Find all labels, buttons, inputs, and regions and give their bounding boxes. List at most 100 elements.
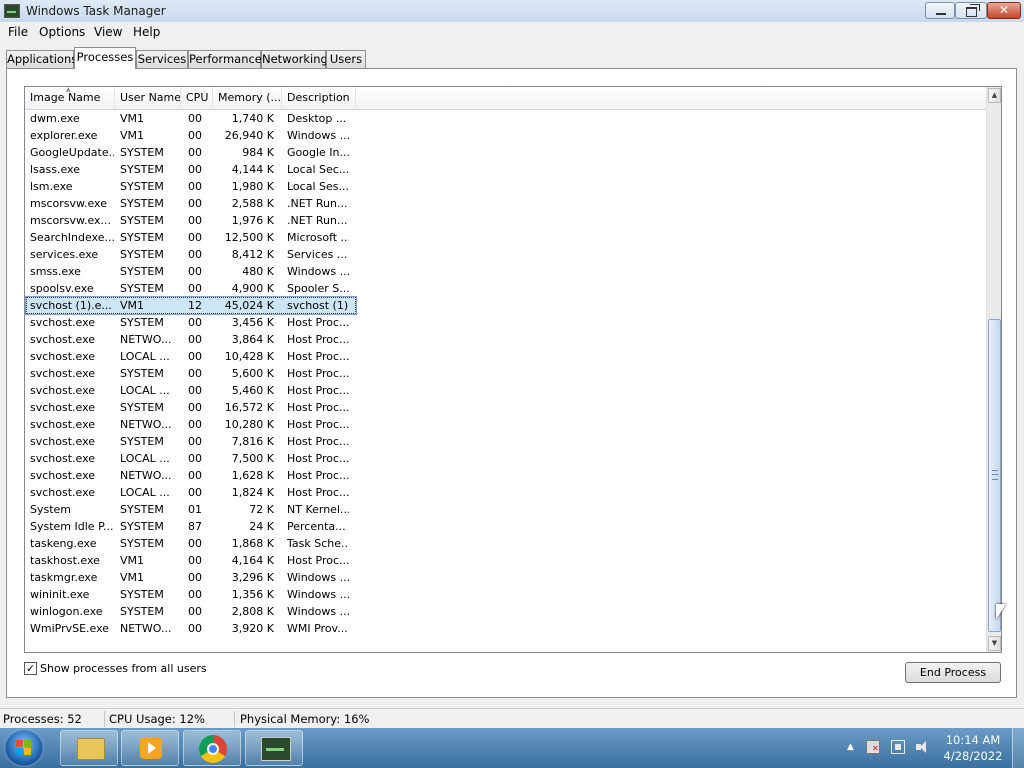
- table-row[interactable]: services.exe SYSTEM 00 8,412 K Services ...: [25, 246, 986, 263]
- column-description[interactable]: Description: [282, 87, 356, 109]
- action-center-flag-icon[interactable]: [866, 740, 880, 754]
- cell-user-name: SYSTEM: [120, 435, 164, 448]
- minimize-button[interactable]: [925, 2, 955, 19]
- table-row[interactable]: taskhost.exe VM1 00 4,164 K Host Proc...: [25, 552, 986, 569]
- table-row[interactable]: svchost.exe NETWO... 00 3,864 K Host Proc...: [25, 331, 986, 348]
- table-row[interactable]: mscorsvw.exe SYSTEM 00 2,588 K .NET Run...: [25, 195, 986, 212]
- system-clock[interactable]: 10:14 AM 4/28/2022: [942, 732, 1004, 764]
- table-row[interactable]: svchost.exe SYSTEM 00 7,816 K Host Proc...: [25, 433, 986, 450]
- table-row[interactable]: svchost.exe LOCAL ... 00 5,460 K Host Proc..…: [25, 382, 986, 399]
- table-row[interactable]: svchost.exe LOCAL ... 00 7,500 K Host Proc..…: [25, 450, 986, 467]
- table-row[interactable]: lsass.exe SYSTEM 00 4,144 K Local Sec...: [25, 161, 986, 178]
- folder-icon: [77, 738, 105, 760]
- show-hidden-icons-arrow-icon[interactable]: ▲: [847, 742, 854, 752]
- menu-options[interactable]: Options: [37, 25, 87, 39]
- cell-image-name: svchost.exe: [30, 469, 96, 482]
- cell-description: Host Proc...: [287, 384, 349, 397]
- table-row[interactable]: taskeng.exe SYSTEM 00 1,868 K Task Sche...: [25, 535, 986, 552]
- table-row[interactable]: wininit.exe SYSTEM 00 1,356 K Windows ...: [25, 586, 986, 603]
- taskbar-task-manager-button[interactable]: [245, 730, 303, 766]
- cell-image-name: System Idle P...: [30, 520, 114, 533]
- network-icon[interactable]: [891, 740, 905, 754]
- cell-description: NT Kernel...: [287, 503, 349, 516]
- table-row[interactable]: spoolsv.exe SYSTEM 00 4,900 K Spooler S...: [25, 280, 986, 297]
- start-button[interactable]: [4, 729, 44, 767]
- table-row[interactable]: lsm.exe SYSTEM 00 1,980 K Local Ses...: [25, 178, 986, 195]
- volume-icon[interactable]: [915, 740, 929, 754]
- tab-processes[interactable]: Processes: [74, 47, 136, 69]
- scroll-down-arrow-icon[interactable]: ▼: [988, 636, 1001, 651]
- taskbar-explorer-button[interactable]: [60, 730, 118, 766]
- vertical-scrollbar[interactable]: ▲ ▼: [986, 87, 1001, 652]
- table-row[interactable]: mscorsvw.ex... SYSTEM 00 1,976 K .NET Run...: [25, 212, 986, 229]
- menu-bar: File Options View Help: [0, 22, 1024, 42]
- cell-memory: 45,024 K: [224, 299, 274, 312]
- menu-help[interactable]: Help: [131, 25, 162, 39]
- cell-description: Host Proc...: [287, 401, 349, 414]
- taskbar-chrome-button[interactable]: [183, 730, 241, 766]
- scrollbar-thumb[interactable]: [988, 319, 1001, 632]
- table-row[interactable]: svchost.exe LOCAL ... 00 1,824 K Host Proc..…: [25, 484, 986, 501]
- cell-memory: 2,808 K: [231, 605, 274, 618]
- table-row[interactable]: svchost.exe SYSTEM 00 3,456 K Host Proc...: [25, 314, 986, 331]
- table-row[interactable]: System Idle P... SYSTEM 87 24 K Percenta...: [25, 518, 986, 535]
- taskbar-media-player-button[interactable]: [121, 730, 179, 766]
- close-button[interactable]: ✕: [987, 2, 1021, 19]
- show-all-users-label[interactable]: Show processes from all users: [40, 662, 207, 675]
- cell-image-name: svchost.exe: [30, 316, 96, 329]
- cell-memory: 4,144 K: [231, 163, 274, 176]
- cell-cpu: 00: [188, 112, 202, 125]
- menu-view[interactable]: View: [92, 25, 124, 39]
- end-process-button[interactable]: End Process: [905, 662, 1001, 683]
- cell-memory: 1,628 K: [231, 469, 274, 482]
- minimize-icon: [936, 13, 946, 15]
- table-row[interactable]: System SYSTEM 01 72 K NT Kernel...: [25, 501, 986, 518]
- table-row[interactable]: taskmgr.exe VM1 00 3,296 K Windows ...: [25, 569, 986, 586]
- cell-user-name: SYSTEM: [120, 588, 164, 601]
- cell-description: .NET Run...: [287, 197, 348, 210]
- table-row[interactable]: winlogon.exe SYSTEM 00 2,808 K Windows ...: [25, 603, 986, 620]
- table-row[interactable]: GoogleUpdate... SYSTEM 00 984 K Google In...: [25, 144, 986, 161]
- cell-description: Host Proc...: [287, 367, 349, 380]
- tab-users[interactable]: Users: [326, 50, 366, 68]
- status-divider: [104, 711, 105, 727]
- show-desktop-button[interactable]: [1012, 728, 1024, 768]
- table-row[interactable]: svchost.exe SYSTEM 00 5,600 K Host Proc...: [25, 365, 986, 382]
- cell-description: Percenta...: [287, 520, 346, 533]
- table-row[interactable]: WmiPrvSE.exe NETWO... 00 3,920 K WMI Prov...: [25, 620, 986, 637]
- maximize-button[interactable]: [955, 2, 987, 19]
- mouse-cursor-icon: [996, 604, 1006, 620]
- chrome-icon: [199, 735, 227, 763]
- tab-networking[interactable]: Networking: [261, 50, 328, 68]
- table-row[interactable]: svchost.exe SYSTEM 00 16,572 K Host Proc...: [25, 399, 986, 416]
- cell-user-name: VM1: [120, 571, 145, 584]
- menu-file[interactable]: File: [6, 25, 30, 39]
- cell-description: Spooler S...: [287, 282, 349, 295]
- column-user-name[interactable]: User Name: [115, 87, 181, 109]
- table-row[interactable]: svchost (1).e... VM1 12 45,024 K svchost (1): [25, 296, 986, 315]
- table-row[interactable]: smss.exe SYSTEM 00 480 K Windows ...: [25, 263, 986, 280]
- cell-user-name: SYSTEM: [120, 163, 164, 176]
- tab-performance[interactable]: Performance: [188, 50, 262, 68]
- column-cpu[interactable]: CPU: [181, 87, 213, 109]
- tab-services[interactable]: Services: [136, 50, 188, 68]
- table-row[interactable]: explorer.exe VM1 00 26,940 K Windows ...: [25, 127, 986, 144]
- cell-cpu: 01: [188, 503, 202, 516]
- process-rows: dwm.exe VM1 00 1,740 K Desktop ... explorer.e…: [25, 110, 986, 637]
- status-processes: Processes: 52: [3, 712, 82, 726]
- table-row[interactable]: svchost.exe LOCAL ... 00 10,428 K Host Proc.…: [25, 348, 986, 365]
- cell-user-name: LOCAL ...: [120, 384, 170, 397]
- table-row[interactable]: SearchIndexe... SYSTEM 00 12,500 K Microsoft…: [25, 229, 986, 246]
- tab-applications[interactable]: Applications: [6, 50, 77, 68]
- column-memory[interactable]: Memory (...: [213, 87, 282, 109]
- cell-image-name: System: [30, 503, 72, 516]
- table-row[interactable]: svchost.exe NETWO... 00 1,628 K Host Proc...: [25, 467, 986, 484]
- scroll-up-arrow-icon[interactable]: ▲: [988, 88, 1001, 103]
- process-list[interactable]: ▲ Image Name User Name CPU Memory (... D…: [24, 86, 1002, 653]
- cell-user-name: SYSTEM: [120, 214, 164, 227]
- column-image-name[interactable]: ▲ Image Name: [25, 87, 115, 109]
- show-all-users-checkbox[interactable]: ✓: [24, 662, 37, 675]
- table-row[interactable]: svchost.exe NETWO... 00 10,280 K Host Proc..…: [25, 416, 986, 433]
- cell-description: .NET Run...: [287, 214, 348, 227]
- table-row[interactable]: dwm.exe VM1 00 1,740 K Desktop ...: [25, 110, 986, 127]
